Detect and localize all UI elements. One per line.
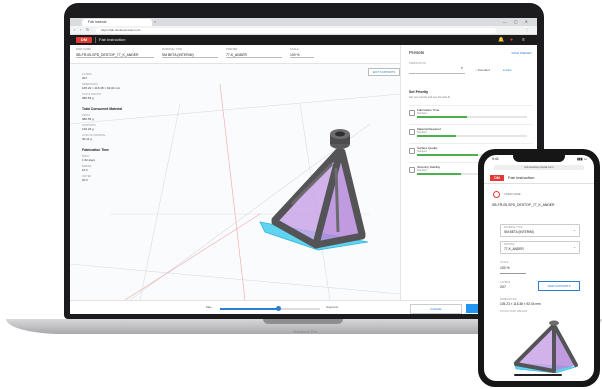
checkbox[interactable] xyxy=(409,129,415,135)
material-heading: Total Consumed Material xyxy=(82,107,123,111)
laptop-screen: Fab Instruct × — ▢ ✕ ‹ › ↻ https://fab.d… xyxy=(70,18,537,314)
dimensions-label: DIMENSIONS xyxy=(500,298,517,301)
status-time: 9:41 xyxy=(492,157,499,161)
edit-supports-button[interactable]: EDIT SUPPORTS xyxy=(368,68,400,76)
window-controls[interactable]: — ▢ ✕ xyxy=(503,19,531,24)
printer-select[interactable]: PRINTER 77-K_ANDER xyxy=(226,48,282,58)
app-header: DM Fab Instruction 🔔 ● ≡ xyxy=(70,35,537,45)
phone-scale-input[interactable]: 100 % xyxy=(500,266,526,274)
chevron-down-icon: ⌄ xyxy=(573,228,576,232)
status-icons: ▮▮▮ ▭ xyxy=(576,157,587,161)
phone-header: DM Fab Instruction xyxy=(484,172,594,184)
priority-item[interactable]: Material Required Standard xyxy=(409,124,533,141)
avatar-icon[interactable]: ● xyxy=(510,35,513,45)
browser-tab[interactable]: Fab Instruct xyxy=(82,19,152,26)
presets-title: Presets xyxy=(409,50,425,55)
brand-logo[interactable]: DM xyxy=(490,174,504,181)
user-label: USER NAME xyxy=(504,192,521,196)
part-stats: LAYERS 207 DIMENSIONS 105.23 × 116.38 × … xyxy=(82,70,152,182)
menu-dots-icon[interactable]: ⋮ xyxy=(525,26,529,34)
phone-notch xyxy=(513,155,565,162)
checkbox[interactable] xyxy=(409,167,415,173)
chevron-down-icon: ▾ xyxy=(461,66,463,70)
chevron-down-icon: ⌄ xyxy=(573,245,576,249)
page-title: Fab Instruction xyxy=(99,37,126,42)
material-select[interactable]: MATERIAL TYPE SM BETA (INTERIM) xyxy=(162,48,218,58)
header-divider xyxy=(95,37,96,43)
laptop-notch xyxy=(263,319,343,324)
priority-bar xyxy=(417,173,461,175)
home-indicator[interactable] xyxy=(514,374,562,376)
layers-label: LAYERS xyxy=(500,281,511,284)
layers-value: 207 xyxy=(500,285,506,289)
bottom-bar: Max Supports CANCEL xyxy=(70,300,537,314)
radio-standard[interactable]: ○ Standard xyxy=(475,68,490,72)
notification-icon[interactable]: 🔔 xyxy=(498,35,504,45)
scale-input[interactable]: SCALE 100 % xyxy=(290,48,314,58)
fabrication-options: FABRICATION ▾ ○ Standard ● Fast xyxy=(409,62,512,74)
priority-heading: Set Priority xyxy=(409,90,429,94)
laptop-brand: MacBook Pro xyxy=(292,329,317,334)
brand-logo[interactable]: DM xyxy=(76,37,92,43)
phone-page-title: Fab Instruction xyxy=(508,175,535,180)
dimensions-value: 105.23 × 116.38 × 92.04 mm xyxy=(500,302,541,306)
3d-viewport[interactable]: LAYERS 207 DIMENSIONS 105.23 × 116.38 × … xyxy=(70,64,400,300)
close-tab-icon[interactable]: × xyxy=(154,19,156,24)
radio-fast[interactable]: ● Fast xyxy=(503,68,512,72)
priority-bar xyxy=(417,154,478,156)
priority-item[interactable]: Fabrication Time Standard xyxy=(409,105,533,122)
phone-material-select[interactable]: MATERIAL TYPE SM BETA (INTERIM) ⌄ xyxy=(500,224,580,237)
phone-url-bar[interactable]: fab.desktopmetal.com xyxy=(494,165,584,170)
reload-icon[interactable]: ↻ xyxy=(86,26,89,34)
part-name: SB-FR-05-SPD_DESTOP_77_K_ANDER xyxy=(492,203,555,207)
priority-bar xyxy=(417,135,456,137)
part-fields: PART NAME SB-FR-05-SPD_DESTOP_77_K_ANDER… xyxy=(70,45,400,64)
phone-printer-select[interactable]: PRINTER 77-K_ANDER ⌄ xyxy=(500,241,580,254)
slider-handle[interactable] xyxy=(275,306,281,311)
weight-label: STOCK PART WEIGHT xyxy=(500,310,528,313)
forward-icon[interactable]: › xyxy=(80,26,81,34)
browser-addressbar: ‹ › ↻ https://fab.desktopmetal.com/... ⋮ xyxy=(70,26,537,35)
user-icon[interactable] xyxy=(493,191,500,198)
save-preset-link[interactable]: SAVE PRESET xyxy=(511,51,532,55)
scale-label: SCALE xyxy=(500,261,509,264)
supports-slider[interactable] xyxy=(220,306,320,311)
view-supports-button[interactable]: VIEW SUPPORTS xyxy=(538,281,580,291)
cancel-button[interactable]: CANCEL xyxy=(410,304,462,314)
phone-part-preview[interactable] xyxy=(484,315,594,375)
priority-bar xyxy=(417,116,467,118)
part-name-field[interactable]: PART NAME SB-FR-05-SPD_DESTOP_77_K_ANDER xyxy=(76,48,154,58)
checkbox[interactable] xyxy=(409,148,415,154)
fabrication-select[interactable] xyxy=(409,67,465,74)
back-icon[interactable]: ‹ xyxy=(74,26,75,34)
phone-screen: 9:41 ▮▮▮ ▭ fab.desktopmetal.com DM Fab I… xyxy=(484,155,594,381)
hamburger-menu-icon[interactable]: ≡ xyxy=(522,35,525,45)
slider-fill xyxy=(220,308,278,310)
browser-tabbar: Fab Instruct × — ▢ ✕ xyxy=(70,18,537,26)
url-input[interactable]: https://fab.desktopmetal.com/... xyxy=(96,27,496,33)
checkbox[interactable] xyxy=(409,110,415,116)
time-heading: Fabrication Time xyxy=(82,148,110,152)
priority-subheading: Set your priority and see the best fit. xyxy=(409,96,451,99)
